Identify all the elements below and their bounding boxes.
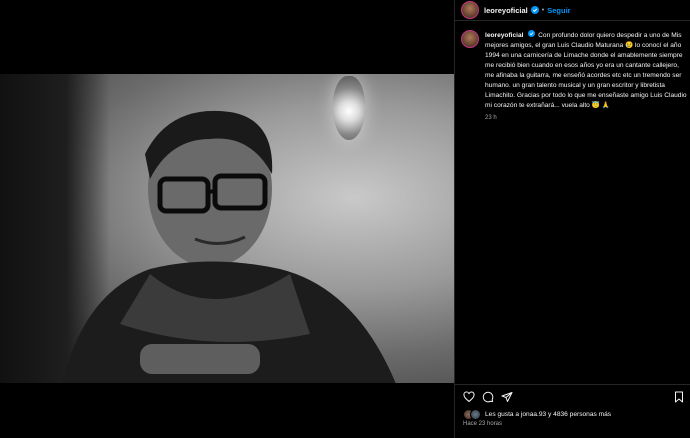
- post-media: [0, 0, 454, 438]
- verified-badge-icon: [528, 30, 536, 38]
- post-photo[interactable]: [0, 74, 454, 383]
- separator-dot: •: [541, 6, 545, 14]
- likes-row: Les gusta a jonaa.93 y 4836 personas más: [463, 409, 611, 420]
- verified-badge-icon: [530, 6, 539, 14]
- heart-icon[interactable]: [463, 391, 475, 403]
- follow-button[interactable]: Seguir: [547, 6, 570, 15]
- post-caption: leoreyoficial Con profundo dolor quiero …: [461, 30, 687, 123]
- header-username[interactable]: leoreyoficial: [484, 6, 528, 15]
- share-icon[interactable]: [501, 391, 513, 403]
- post-sidebar: leoreyoficial • Seguir leoreyoficial Con…: [454, 0, 690, 438]
- caption-avatar[interactable]: [461, 30, 479, 48]
- bookmark-icon[interactable]: [673, 391, 685, 403]
- caption-timestamp: 23 h: [485, 115, 497, 121]
- liker-avatar: [470, 409, 481, 420]
- person-silhouette: [62, 110, 396, 383]
- comment-icon[interactable]: [482, 391, 494, 403]
- post-age: Hace 23 horas: [463, 421, 503, 427]
- likes-text[interactable]: Les gusta a jonaa.93 y 4836 personas más: [485, 411, 611, 418]
- caption-username[interactable]: leoreyoficial: [485, 32, 523, 39]
- caption-text: Con profundo dolor quiero despedir a uno…: [485, 32, 687, 109]
- instagram-post-view: leoreyoficial • Seguir leoreyoficial Con…: [0, 0, 690, 438]
- action-bar: [455, 384, 690, 407]
- avatar[interactable]: [461, 1, 479, 19]
- post-header: leoreyoficial • Seguir: [455, 0, 690, 21]
